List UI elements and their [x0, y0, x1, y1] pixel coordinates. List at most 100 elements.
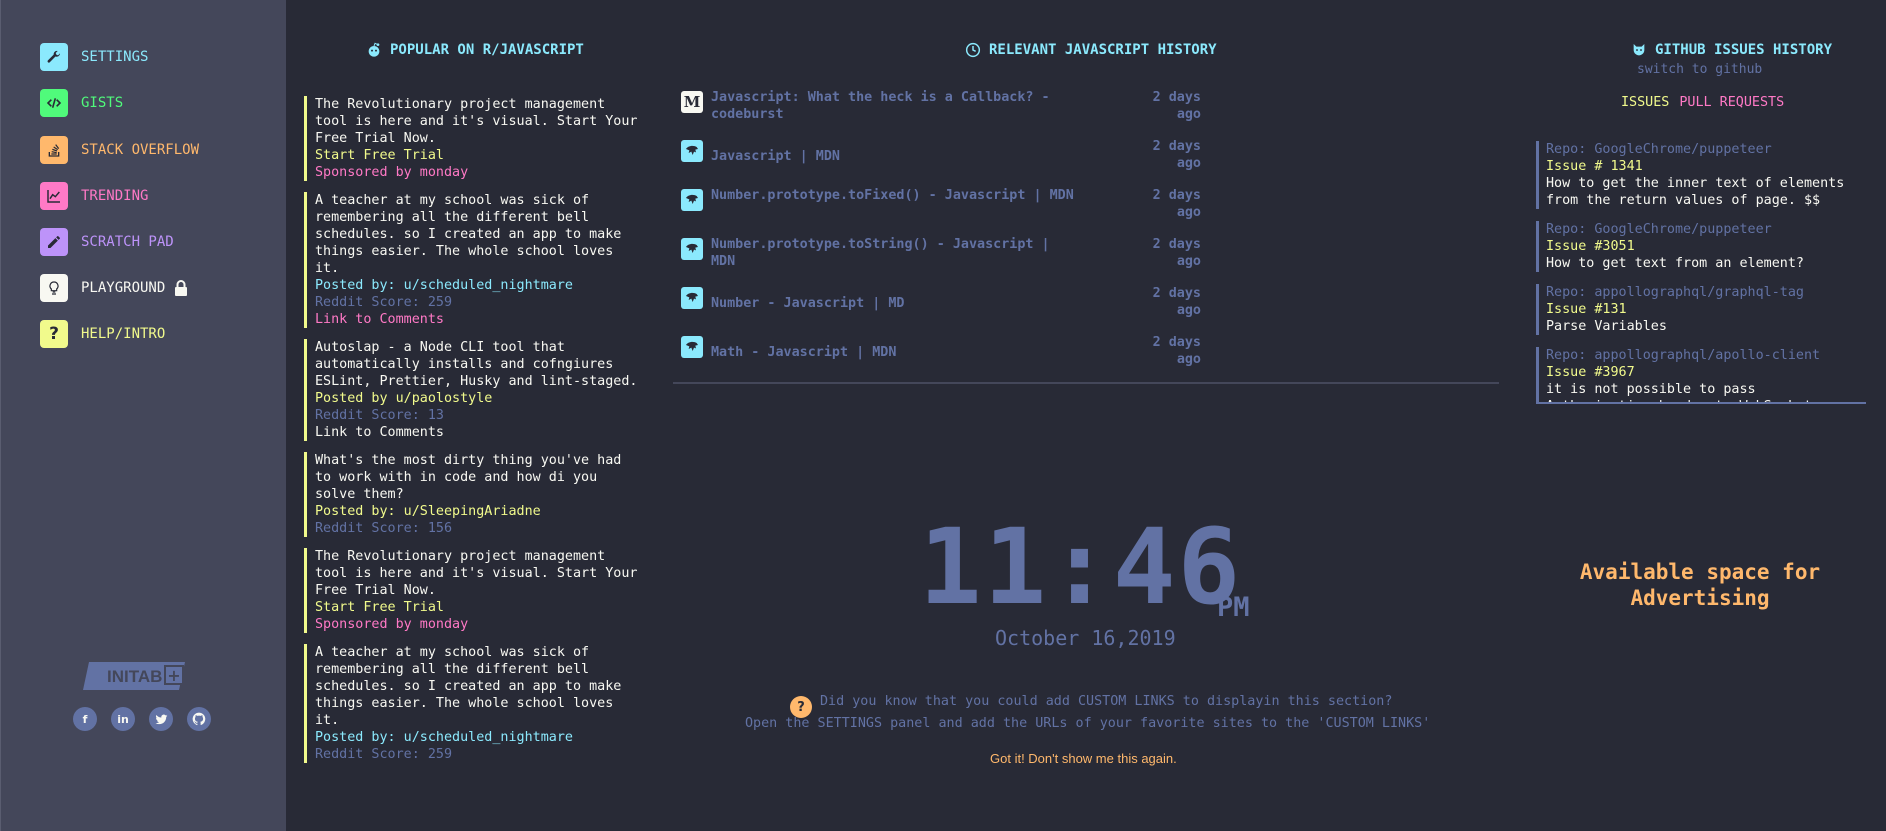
post-title[interactable]: The Revolutionary project management too…: [315, 548, 644, 599]
github-icon[interactable]: [187, 707, 211, 731]
reddit-post[interactable]: The Revolutionary project management too…: [304, 96, 644, 181]
history-item-time: 2 days ago: [1152, 286, 1201, 318]
issue-title: Parse Variables: [1546, 319, 1667, 334]
mdn-icon: [681, 140, 703, 162]
history-item-title[interactable]: Javascript | MDN: [711, 148, 1081, 165]
history-item-title[interactable]: Number.prototype.toFixed() - Javascript …: [711, 187, 1081, 204]
reddit-post[interactable]: A teacher at my school was sick of remem…: [304, 644, 644, 763]
reddit-post-list: The Revolutionary project management too…: [304, 96, 644, 782]
stackoverflow-icon: [40, 136, 68, 164]
history-item-time: 2 days ago: [1152, 335, 1201, 367]
facebook-icon[interactable]: f: [73, 707, 97, 731]
clock-date: October 16,2019: [995, 626, 1176, 650]
sidebar-item-label: SETTINGS: [81, 49, 149, 65]
issue-num: Issue # 1341: [1546, 159, 1643, 174]
svg-text:+: +: [167, 666, 180, 685]
sidebar-item-scratch-pad[interactable]: SCRATCH PAD: [40, 227, 174, 257]
tab-issues[interactable]: ISSUES: [1621, 95, 1669, 110]
reddit-post[interactable]: The Revolutionary project management too…: [304, 548, 644, 633]
history-item-time: 2 days ago: [1152, 237, 1201, 269]
twitter-icon[interactable]: [149, 707, 173, 731]
tip-icon: ?: [790, 696, 812, 718]
reddit-title-text: POPULAR ON R/JAVASCRIPT: [390, 42, 584, 58]
history-item[interactable]: Javascript | MDN 2 days ago: [681, 135, 1201, 184]
history-item-title[interactable]: Javascript: What the heck is a Callback?…: [711, 89, 1081, 123]
sidebar-item-stack-overflow[interactable]: STACK OVERFLOW: [40, 135, 199, 165]
history-title-text: RELEVANT JAVASCRIPT HISTORY: [989, 42, 1217, 58]
history-section-title: RELEVANT JAVASCRIPT HISTORY: [965, 42, 1217, 58]
sidebar-item-label: STACK OVERFLOW: [81, 142, 200, 158]
issue-item[interactable]: Repo: GoogleChrome/puppeteer Issue #3051 H…: [1536, 221, 1866, 272]
issue-num: Issue #3967: [1546, 365, 1635, 380]
history-item-title[interactable]: Number - Javascript | MD: [711, 295, 1081, 312]
issue-item[interactable]: Repo: appollographql/apollo-client Issue …: [1536, 347, 1866, 404]
history-item-title[interactable]: Number.prototype.toString() - Javascript…: [711, 236, 1081, 270]
issue-repo: Repo: appollographql/apollo-client: [1546, 348, 1821, 363]
issue-repo: Repo: GoogleChrome/puppeteer: [1546, 142, 1772, 157]
sidebar-item-settings[interactable]: SETTINGS: [40, 42, 148, 72]
sidebar-item-playground[interactable]: PLAYGROUND: [40, 273, 188, 303]
post-meta: Reddit Score: 259: [315, 295, 453, 310]
mdn-icon: [681, 287, 703, 309]
dismiss-tip-button[interactable]: Got it! Don't show me this again.: [990, 751, 1177, 766]
mdn-icon: [681, 238, 703, 260]
issue-item[interactable]: Repo: GoogleChrome/puppeteer Issue # 1341…: [1536, 141, 1866, 209]
social-links: f in: [73, 707, 211, 731]
history-item[interactable]: Number.prototype.toFixed() - Javascript …: [681, 184, 1201, 233]
post-link[interactable]: Link to Comments: [315, 311, 644, 328]
ad-space: Available space for Advertising: [1579, 560, 1821, 610]
tip-text-line2: Open the SETTINGS panel and add the URLs…: [745, 716, 1431, 731]
clock-ampm: PM: [1217, 592, 1250, 623]
issue-title: it is not possible to pass Authorization…: [1546, 382, 1812, 402]
post-link[interactable]: Start Free Trial: [315, 147, 644, 164]
sidebar-item-label: PLAYGROUND: [81, 280, 166, 296]
clock-time: 11:46: [919, 506, 1243, 628]
issue-title: How to get the inner text of elements fr…: [1546, 176, 1845, 208]
issue-list: Repo: GoogleChrome/puppeteer Issue # 1341…: [1536, 141, 1866, 416]
post-link[interactable]: Start Free Trial: [315, 599, 644, 616]
sidebar-item-gists[interactable]: GISTS: [40, 88, 123, 118]
issue-item[interactable]: Repo: appollographql/graphql-tag Issue #1…: [1536, 284, 1866, 335]
post-title[interactable]: A teacher at my school was sick of remem…: [315, 644, 644, 729]
post-title[interactable]: The Revolutionary project management too…: [315, 96, 644, 147]
sidebar-item-label: TRENDING: [81, 188, 149, 204]
issue-repo: Repo: GoogleChrome/puppeteer: [1546, 222, 1772, 237]
mdn-icon: [681, 189, 703, 211]
lock-icon: [174, 280, 188, 296]
history-item-title[interactable]: Math - Javascript | MDN: [711, 344, 1081, 361]
github-section-title: GITHUB ISSUES HISTORY: [1631, 42, 1832, 58]
post-title[interactable]: What's the most dirty thing you've had t…: [315, 452, 644, 503]
switch-to-github-link[interactable]: switch to github: [1637, 62, 1762, 77]
reddit-post[interactable]: A teacher at my school was sick of remem…: [304, 192, 644, 328]
post-link[interactable]: Link to Comments: [315, 424, 644, 441]
post-meta: Sponsored by monday: [315, 617, 469, 632]
history-item-time: 2 days ago: [1152, 90, 1201, 122]
history-item[interactable]: M Javascript: What the heck is a Callback…: [681, 86, 1201, 135]
tab-pull-requests[interactable]: PULL REQUESTS: [1679, 95, 1784, 110]
post-meta: Posted by: u/scheduled_nightmare: [315, 730, 573, 745]
logo-text: INITAB: [107, 667, 163, 686]
issue-title: How to get text from an element?: [1546, 256, 1804, 271]
post-title[interactable]: Autoslap - a Node CLI tool that automati…: [315, 339, 644, 390]
history-item[interactable]: Math - Javascript | MDN 2 days ago: [681, 331, 1201, 380]
post-title[interactable]: A teacher at my school was sick of remem…: [315, 192, 644, 277]
reddit-post[interactable]: What's the most dirty thing you've had t…: [304, 452, 644, 537]
reddit-post[interactable]: Autoslap - a Node CLI tool that automati…: [304, 339, 644, 441]
post-meta: Posted by: u/SleepingAriadne: [315, 504, 541, 519]
sidebar-item-help-intro[interactable]: ? HELP/INTRO: [40, 319, 165, 349]
sidebar-item-trending[interactable]: TRENDING: [40, 181, 148, 211]
history-divider: [673, 382, 1499, 384]
history-item-time: 2 days ago: [1152, 139, 1201, 171]
github-cat-icon: [1633, 44, 1645, 56]
lightbulb-icon: [40, 274, 68, 302]
history-item[interactable]: Number.prototype.toString() - Javascript…: [681, 233, 1201, 282]
issue-num: Issue #3051: [1546, 239, 1635, 254]
linkedin-icon[interactable]: in: [111, 707, 135, 731]
post-meta: Posted by u/paolostyle: [315, 391, 493, 406]
wrench-icon: [40, 43, 68, 71]
sidebar: SETTINGS GISTS STACK OVERFLOW TRENDING SCRAT…: [0, 0, 286, 831]
github-tabs: ISSUES PULL REQUESTS: [1621, 95, 1784, 110]
question-icon: ?: [40, 320, 68, 348]
history-item[interactable]: Number - Javascript | MD 2 days ago: [681, 282, 1201, 331]
chart-icon: [40, 182, 68, 210]
